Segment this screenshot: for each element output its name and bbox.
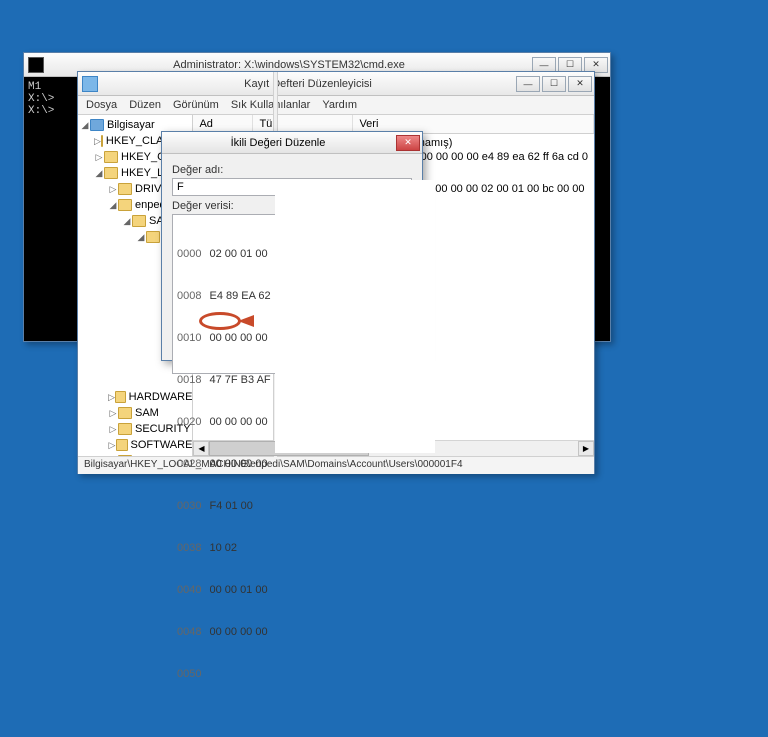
menu-view[interactable]: Görünüm xyxy=(173,99,219,111)
scroll-right-icon[interactable]: ▶ xyxy=(578,441,594,456)
annotation-circle xyxy=(199,312,241,330)
menu-edit[interactable]: Düzen xyxy=(129,99,161,111)
tree-sam[interactable]: ▷SAM xyxy=(78,405,192,421)
maximize-button[interactable]: ☐ xyxy=(542,76,566,92)
close-button[interactable]: ✕ xyxy=(396,135,420,151)
tree-hardware[interactable]: ▷HARDWARE xyxy=(78,389,192,405)
regedit-menubar: Dosya Düzen Görünüm Sık Kullanılanlar Ya… xyxy=(78,96,594,115)
value-name-label: Değer adı: xyxy=(172,164,412,176)
tree-label: SAM xyxy=(135,407,159,419)
close-button[interactable]: ✕ xyxy=(568,76,592,92)
white-overlay xyxy=(275,180,435,453)
tree-security[interactable]: ▷SECURITY xyxy=(78,421,192,437)
dialog-title: İkili Değeri Düzenle xyxy=(162,137,394,149)
regedit-icon xyxy=(82,76,98,92)
regedit-titlebar[interactable]: Kayıt Defteri Düzenleyicisi — ☐ ✕ xyxy=(78,72,594,96)
tree-software[interactable]: ▷SOFTWARE xyxy=(78,437,192,453)
cmd-title: Administrator: X:\windows\SYSTEM32\cmd.e… xyxy=(48,59,530,71)
menu-file[interactable]: Dosya xyxy=(86,99,117,111)
minimize-button[interactable]: — xyxy=(516,76,540,92)
cmd-icon xyxy=(28,57,44,73)
menu-favorites[interactable]: Sık Kullanılanlar xyxy=(231,99,311,111)
dialog-titlebar[interactable]: İkili Değeri Düzenle ✕ xyxy=(162,132,422,154)
tree-system[interactable]: ▷SYSTEM xyxy=(78,453,192,456)
annotation-arrow-icon xyxy=(238,315,254,327)
regedit-title: Kayıt Defteri Düzenleyicisi xyxy=(102,78,514,90)
tree-label: Bilgisayar xyxy=(107,119,155,131)
menu-help[interactable]: Yardım xyxy=(322,99,357,111)
tree-label: SYSTEM xyxy=(135,455,180,456)
